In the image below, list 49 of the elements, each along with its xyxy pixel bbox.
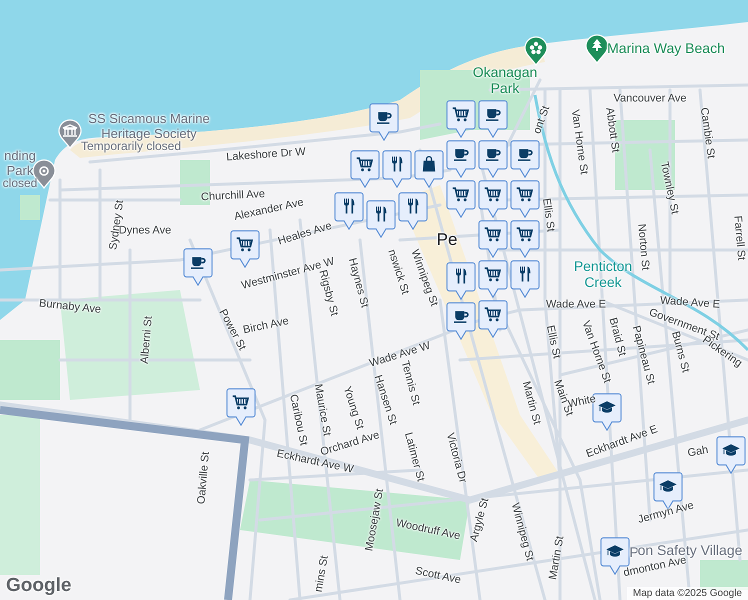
street-label: Lakeshore Dr W	[226, 146, 306, 164]
status-label: closed	[2, 177, 38, 191]
street-label: Norton St	[634, 223, 652, 271]
street-label: Scott Ave	[414, 565, 462, 587]
street-label: Townley St	[657, 160, 681, 216]
street-label: Jermyn Ave	[636, 499, 696, 527]
park-label: Okanagan Park	[472, 64, 538, 96]
street-label: Woodruff Ave	[394, 517, 462, 543]
street-label: Burnaby Ave	[38, 297, 102, 317]
street-label: ont St	[531, 104, 553, 136]
street-label: Moosejaw St	[363, 488, 387, 552]
street-label: Van Horne St	[568, 108, 590, 176]
street-label: Farrell St	[730, 215, 748, 261]
street-label: Churchill Ave	[200, 188, 266, 204]
street-label: Young St	[340, 385, 366, 431]
street-label: nswick St	[384, 248, 412, 296]
street-label: Oakville St	[195, 451, 213, 505]
street-label: Argyle St	[468, 496, 492, 544]
street-label: Victoria Dr	[443, 432, 469, 484]
status-label: Temporarily closed	[80, 140, 182, 154]
street-label: Maurice St	[311, 383, 333, 437]
street-label: Tennis St	[398, 360, 422, 406]
street-label: Caribou St	[286, 393, 310, 447]
street-label: Gah	[686, 444, 710, 460]
street-label: Alberni St	[138, 316, 156, 364]
street-label: Vancouver Ave	[614, 92, 686, 106]
street-label: Ellis St	[543, 324, 563, 360]
street-label: Martin St	[546, 535, 568, 581]
street-label: Cambie St	[697, 106, 717, 160]
street-label: Martin St	[519, 380, 543, 426]
map-attribution: Map data ©2025 Google	[626, 587, 748, 600]
google-logo: Google	[6, 575, 72, 597]
street-label: Latimer St	[401, 431, 427, 483]
street-label: Ellis St	[539, 197, 557, 233]
street-label: Rigsby St	[316, 268, 340, 318]
park-label: Marina Way Beach	[607, 40, 725, 56]
street-label: Hansen St	[371, 374, 399, 426]
street-label: Haynes St	[345, 256, 371, 310]
street-label: Wade Ave E	[546, 298, 606, 312]
street-label: Winnipeg St	[508, 502, 536, 562]
street-label: Heales Ave	[276, 220, 334, 248]
street-label: Papineau St	[629, 324, 657, 386]
street-label: mins St	[312, 554, 332, 594]
street-label: Abbott St	[602, 106, 622, 154]
creek-label: Penticton Creek	[572, 258, 634, 290]
street-label: Braid St	[606, 316, 628, 358]
city-label: Pe	[436, 230, 458, 250]
street-label: Wade Ave E	[660, 294, 720, 311]
street-label: Birch Ave	[242, 315, 290, 337]
